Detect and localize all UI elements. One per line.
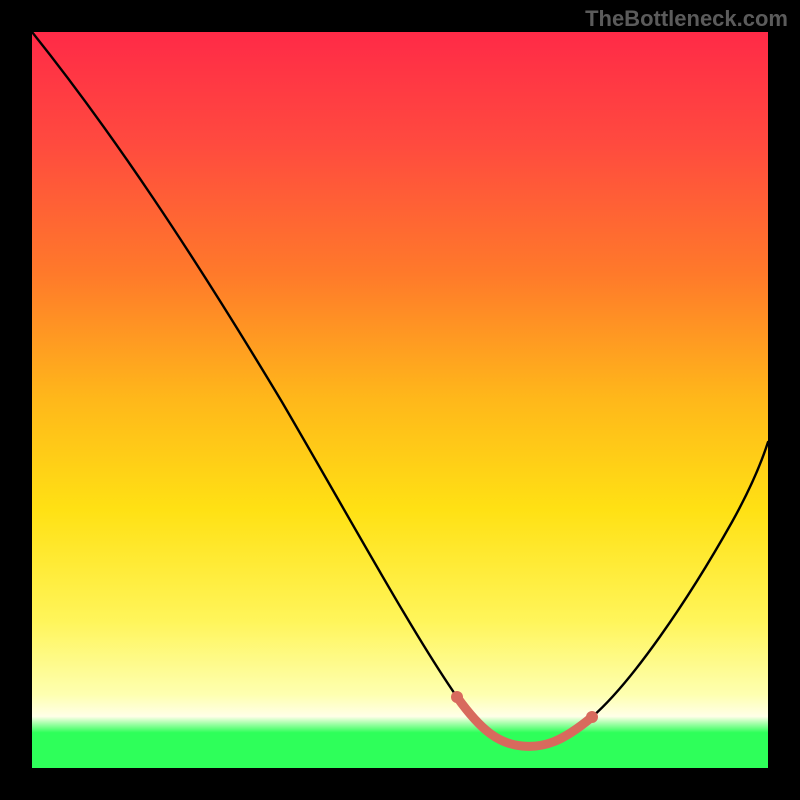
valley-highlight-segment — [457, 697, 592, 746]
chart-frame: TheBottleneck.com — [0, 0, 800, 800]
curve-svg — [32, 32, 768, 768]
valley-start-dot — [451, 691, 463, 703]
watermark-text: TheBottleneck.com — [585, 6, 788, 32]
plot-area — [32, 32, 768, 768]
valley-end-dot — [586, 711, 598, 723]
bottleneck-curve — [32, 32, 768, 746]
